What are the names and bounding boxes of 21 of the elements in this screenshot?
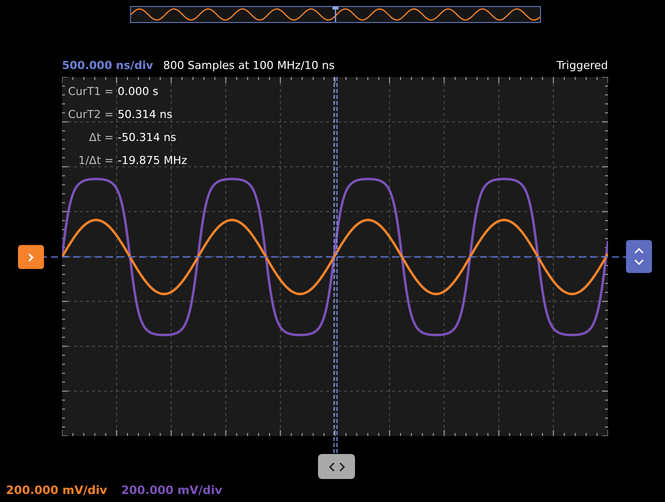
channel-scale-label: 200.000 mV/div bbox=[6, 483, 108, 497]
left-right-chevron-icon bbox=[328, 462, 344, 472]
up-down-chevron-icon bbox=[634, 248, 644, 265]
sample-rate-label: 800 Samples at 100 MHz/10 ns bbox=[163, 58, 335, 72]
cursor-readout-value: -19.875 MHz bbox=[118, 154, 188, 168]
cursor-readout-label: 1/Δt = bbox=[77, 154, 114, 168]
overview-waveform[interactable] bbox=[130, 6, 541, 23]
channel-scale-label: 200.000 mV/div bbox=[121, 483, 222, 497]
horizontal-position-button[interactable] bbox=[318, 454, 355, 479]
cursor-readout-value: 50.314 ns bbox=[118, 108, 174, 122]
cursor-readout-label: CurT1 = bbox=[68, 85, 114, 99]
trigger-status: Triggered bbox=[556, 58, 608, 72]
timebase-label: 500.000 ns/div bbox=[62, 58, 154, 72]
cursor-readout-label: CurT2 = bbox=[68, 108, 114, 122]
chevron-right-icon bbox=[28, 252, 34, 262]
trigger-level-marker[interactable] bbox=[626, 240, 652, 273]
channel-offset-marker[interactable] bbox=[18, 245, 44, 269]
cursor-readout-label: Δt = bbox=[88, 131, 114, 145]
time-cursor-line[interactable] bbox=[333, 77, 338, 455]
cursor-readout-value: -50.314 ns bbox=[118, 131, 178, 145]
cursor-readout-value: 0.000 s bbox=[118, 85, 160, 99]
